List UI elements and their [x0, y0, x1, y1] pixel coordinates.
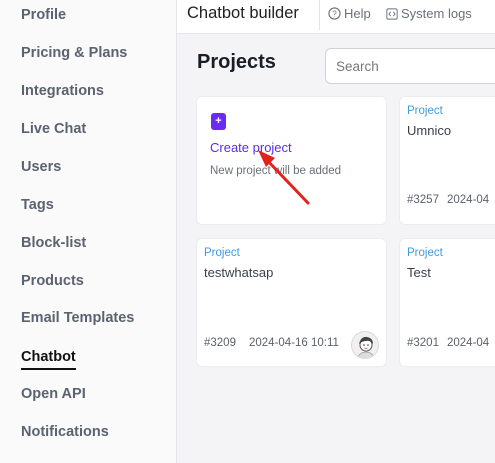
project-card-testwhatsap[interactable]: Project testwhatsap #3209 2024-04-16 10:…: [196, 238, 387, 367]
project-type-label: Project: [407, 247, 443, 259]
projects-area: Projects + Create project New project wi…: [177, 34, 495, 463]
topbar: Chatbot builder ? Help System logs: [177, 0, 495, 34]
question-circle-icon: ?: [328, 7, 341, 20]
svg-text:?: ?: [332, 9, 337, 19]
sidebar-item-chatbot[interactable]: Chatbot: [21, 349, 76, 370]
project-card-test[interactable]: Project Test #3201 2024-04: [399, 238, 495, 367]
project-id: #3257: [407, 194, 439, 206]
topbar-divider: [319, 0, 320, 30]
sidebar-item-pricing-plans[interactable]: Pricing & Plans: [21, 45, 127, 61]
sidebar-item-profile[interactable]: Profile: [21, 7, 66, 23]
help-link[interactable]: ? Help: [328, 6, 371, 21]
system-logs-label: System logs: [401, 6, 472, 21]
search-input[interactable]: [325, 48, 495, 84]
project-name: testwhatsap: [204, 265, 274, 280]
sidebar-item-tags[interactable]: Tags: [21, 197, 54, 213]
sidebar-item-integrations[interactable]: Integrations: [21, 83, 104, 99]
add-project-button[interactable]: +: [211, 113, 226, 130]
project-name: Umnico: [407, 123, 452, 138]
sidebar-item-notifications[interactable]: Notifications: [21, 424, 109, 440]
project-date: 2024-04: [447, 337, 490, 349]
page-header-title: Chatbot builder: [187, 4, 299, 22]
sidebar-item-products[interactable]: Products: [21, 273, 84, 289]
avatar: [351, 331, 379, 359]
sidebar: Profile Pricing & Plans Integrations Liv…: [0, 0, 177, 463]
page-title: Projects: [197, 51, 276, 73]
sidebar-item-email-templates[interactable]: Email Templates: [21, 310, 134, 326]
user-avatar-icon: [357, 336, 375, 358]
project-type-label: Project: [407, 105, 443, 117]
sidebar-item-live-chat[interactable]: Live Chat: [21, 121, 86, 137]
sidebar-item-block-list[interactable]: Block-list: [21, 235, 86, 251]
project-name: Test: [407, 265, 431, 280]
project-card-umnico[interactable]: Project Umnico #3257 2024-04: [399, 96, 495, 225]
project-type-label: Project: [204, 247, 240, 259]
create-project-link[interactable]: Create project: [210, 140, 292, 155]
system-logs-link[interactable]: System logs: [386, 6, 472, 21]
code-icon: [386, 7, 398, 20]
project-date: 2024-04-16 10:11: [249, 337, 339, 349]
sidebar-item-users[interactable]: Users: [21, 159, 61, 175]
project-date: 2024-04: [447, 194, 490, 206]
sidebar-item-open-api[interactable]: Open API: [21, 386, 86, 402]
project-id: #3201: [407, 337, 439, 349]
project-id: #3209: [204, 337, 236, 349]
help-label: Help: [344, 6, 371, 21]
create-project-hint: New project will be added: [210, 165, 342, 177]
create-project-card[interactable]: + Create project New project will be add…: [196, 96, 387, 225]
